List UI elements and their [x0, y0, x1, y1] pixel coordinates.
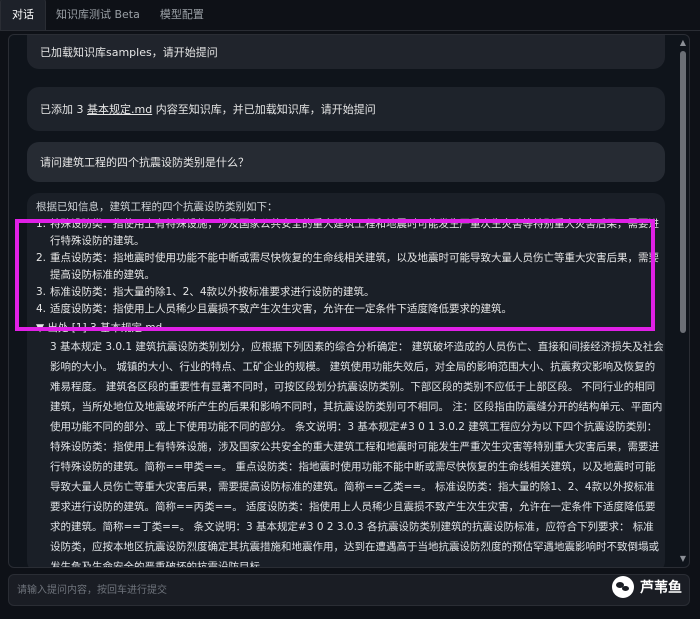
user-message: 请问建筑工程的四个抗震设防类别是什么？: [27, 142, 665, 182]
tab-bar: 对话 知识库测试 Beta 模型配置: [0, 0, 700, 31]
chat-panel[interactable]: 已加载知识库samples，请开始提问 已添加 3 基本规定.md 内容至知识库…: [8, 34, 690, 568]
list-text: 标准设防类：指大量的除1、2、4款以外按标准要求进行设防的建筑。: [50, 286, 375, 298]
watermark-text: 芦苇鱼: [640, 580, 682, 596]
question-input[interactable]: [9, 575, 579, 605]
tab-chat[interactable]: 对话: [0, 0, 46, 30]
message-prefix: 已添加 3: [40, 103, 87, 116]
source-toggle[interactable]: ▼ 出处 [1] 3 基本规定.md: [36, 320, 664, 337]
bot-answer: 根据已知信息，建筑工程的四个抗震设防类别如下： 1. 特殊设防类：指使用上有特殊设…: [27, 193, 665, 568]
scrollbar[interactable]: ▲ ▼: [679, 39, 687, 563]
list-item: 4. 适度设防类：指使用上人员稀少且震损不致产生次生灾害，允许在一定条件下适度降低…: [36, 301, 664, 318]
list-item: 1. 特殊设防类：指使用上有特殊设施，涉及国家公共安全的重大建筑工程和地震时可能发…: [36, 216, 664, 250]
category-list: 1. 特殊设防类：指使用上有特殊设施，涉及国家公共安全的重大建筑工程和地震时可能发…: [36, 216, 664, 318]
tab-model-config[interactable]: 模型配置: [150, 6, 214, 30]
list-number: 2.: [36, 252, 47, 264]
bot-message-added: 已添加 3 基本规定.md 内容至知识库，并已加载知识库，请开始提问: [27, 87, 665, 131]
message-text: 请问建筑工程的四个抗震设防类别是什么？: [40, 156, 249, 169]
bot-message-loaded: 已加载知识库samples，请开始提问: [27, 35, 665, 69]
input-bar: [8, 574, 690, 606]
list-number: 4.: [36, 303, 47, 315]
watermark: 芦苇鱼: [612, 576, 682, 598]
message-text: 已添加 3 基本规定.md 内容至知识库，并已加载知识库，请开始提问: [40, 101, 376, 118]
list-number: 1.: [36, 218, 47, 230]
list-number: 3.: [36, 286, 47, 298]
list-item: 3. 标准设防类：指大量的除1、2、4款以外按标准要求进行设防的建筑。: [36, 284, 664, 301]
list-text: 特殊设防类：指使用上有特殊设施，涉及国家公共安全的重大建筑工程和地震时可能发生严…: [50, 218, 659, 247]
message-text: 已加载知识库samples，请开始提问: [40, 46, 218, 59]
file-link[interactable]: 基本规定.md: [87, 103, 152, 116]
message-suffix: 内容至知识库，并已加载知识库，请开始提问: [152, 103, 376, 116]
source-text: 3 基本规定 3.0.1 建筑抗震设防类别划分，应根据下列因素的综合分析确定： …: [50, 341, 664, 568]
scroll-up-icon[interactable]: ▲: [679, 39, 687, 47]
answer-intro: 根据已知信息，建筑工程的四个抗震设防类别如下：: [36, 201, 278, 213]
answer-content: 根据已知信息，建筑工程的四个抗震设防类别如下： 1. 特殊设防类：指使用上有特殊设…: [36, 199, 664, 568]
list-item: 2. 重点设防类：指地震时使用功能不能中断或需尽快恢复的生命线相关建筑，以及地震时…: [36, 250, 664, 284]
scroll-down-icon[interactable]: ▼: [679, 555, 687, 563]
wechat-icon: [612, 576, 634, 598]
list-text: 适度设防类：指使用上人员稀少且震损不致产生次生灾害，允许在一定条件下适度降低要求…: [50, 303, 512, 315]
tab-knowledge-base-test[interactable]: 知识库测试 Beta: [46, 6, 150, 30]
list-text: 重点设防类：指地震时使用功能不能中断或需尽快恢复的生命线相关建筑，以及地震时可能…: [50, 252, 659, 281]
scroll-thumb[interactable]: [680, 51, 686, 333]
